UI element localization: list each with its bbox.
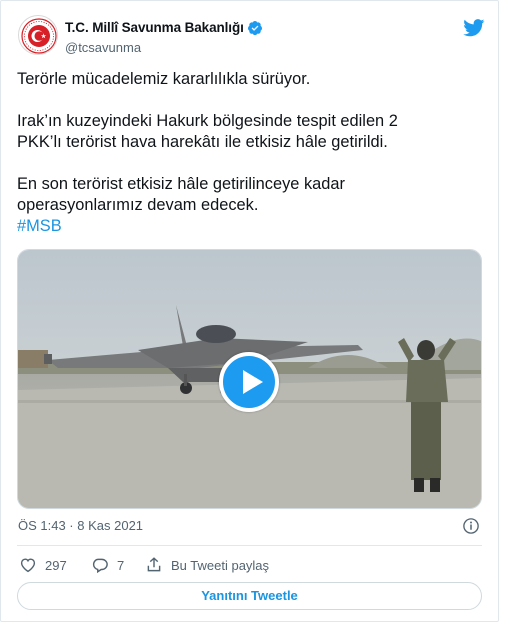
like-button[interactable]: 297: [19, 553, 67, 577]
display-name[interactable]: T.C. Millî Savunma Bakanlığı: [65, 20, 244, 35]
tweet-line: PKK’lı terörist hava harekâtı ile etkisi…: [17, 133, 388, 151]
share-button[interactable]: Bu Tweeti paylaş: [145, 553, 269, 577]
reply-count: 7: [117, 557, 125, 573]
tweet-line: Irak’ın kuzeyindeki Hakurk bölgesinde te…: [17, 112, 398, 130]
page-margin: [499, 0, 506, 626]
tweet-actions: 297 7 Bu Tweeti paylaş: [17, 553, 482, 577]
msb-emblem-icon: [21, 18, 57, 54]
info-icon[interactable]: [462, 517, 480, 535]
divider: [17, 545, 482, 546]
play-button[interactable]: [219, 352, 279, 412]
heart-icon: [20, 558, 36, 573]
share-icon: [147, 557, 161, 572]
reply-action-button[interactable]: 7: [91, 553, 124, 577]
play-icon: [243, 370, 263, 394]
reply-bubble-icon: [92, 558, 108, 574]
like-count: 297: [45, 557, 67, 573]
handle[interactable]: @tcsavunma: [65, 40, 141, 55]
tweet-line: En son terörist etkisiz hâle getirilince…: [17, 175, 345, 193]
twitter-bird-icon[interactable]: [463, 19, 485, 37]
share-label: Bu Tweeti paylaş: [171, 557, 270, 573]
tweet-text: Terörle mücadelemiz kararlılıkla sürüyor…: [17, 69, 477, 237]
reply-tweet-button[interactable]: Yanıtını Tweetle: [17, 582, 482, 610]
tweet-line: Terörle mücadelemiz kararlılıkla sürüyor…: [17, 70, 311, 88]
tweet-card: T.C. Millî Savunma Bakanlığı @tcsavunma …: [0, 0, 499, 622]
avatar[interactable]: [18, 15, 58, 55]
hashtag-link[interactable]: #MSB: [17, 216, 477, 237]
tweet-timestamp[interactable]: ÖS 1:43 · 8 Kas 2021: [18, 518, 143, 533]
verified-badge-icon: [248, 21, 262, 36]
tweet-header: T.C. Millî Savunma Bakanlığı @tcsavunma: [15, 11, 485, 59]
tweet-line: operasyonlarımız devam edecek.: [17, 196, 259, 214]
